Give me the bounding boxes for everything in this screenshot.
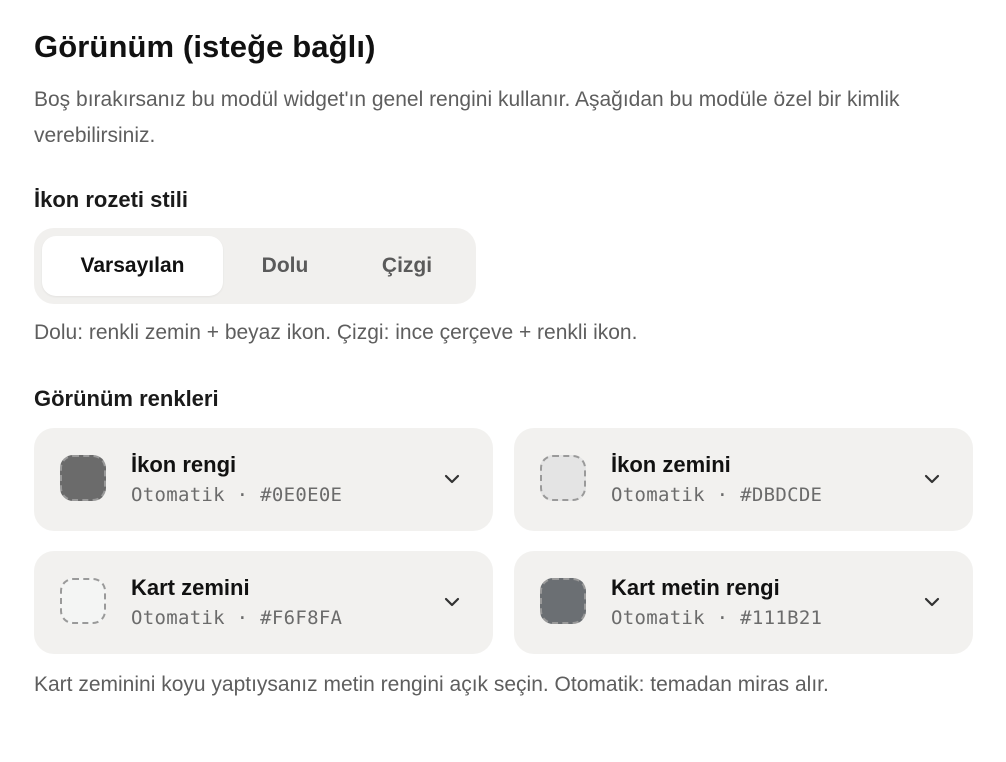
badge-style-label: İkon rozeti stili	[34, 187, 189, 212]
icon-background-title: İkon zemini	[611, 452, 731, 477]
icon-color-value: Otomatik · #0E0E0E	[131, 484, 343, 506]
chevron-down-icon	[444, 474, 460, 484]
icon-color-swatch	[60, 455, 106, 501]
card-text-color-title: Kart metin rengi	[611, 575, 780, 600]
color-picker-grid: İkon rengi Otomatik · #0E0E0E İkon zemin…	[34, 428, 974, 654]
chevron-down-icon	[924, 597, 940, 607]
section-description: Boş bırakırsanız bu modül widget'ın gene…	[34, 88, 900, 147]
chevron-down-icon	[924, 474, 940, 484]
section-title: Görünüm (isteğe bağlı)	[34, 29, 376, 64]
icon-background-swatch	[540, 455, 586, 501]
card-text-color-value: Otomatik · #111B21	[611, 607, 823, 629]
chevron-down-icon	[444, 597, 460, 607]
card-text-color-picker[interactable]: Kart metin rengi Otomatik · #111B21	[514, 551, 973, 654]
badge-style-option-outline[interactable]: Çizgi	[347, 236, 467, 296]
card-background-value: Otomatik · #F6F8FA	[131, 607, 343, 629]
colors-hint: Kart zeminini koyu yaptıysanız metin ren…	[34, 673, 829, 696]
badge-style-hint: Dolu: renkli zemin + beyaz ikon. Çizgi: …	[34, 321, 638, 344]
icon-background-picker[interactable]: İkon zemini Otomatik · #DBDCDE	[514, 428, 973, 531]
icon-color-title: İkon rengi	[131, 452, 237, 477]
card-background-swatch	[60, 578, 106, 624]
card-text-color-swatch	[540, 578, 586, 624]
card-background-title: Kart zemini	[131, 575, 250, 600]
badge-style-option-default[interactable]: Varsayılan	[42, 236, 223, 296]
card-background-picker[interactable]: Kart zemini Otomatik · #F6F8FA	[34, 551, 493, 654]
badge-style-option-filled[interactable]: Dolu	[223, 236, 347, 296]
icon-color-picker[interactable]: İkon rengi Otomatik · #0E0E0E	[34, 428, 493, 531]
icon-background-value: Otomatik · #DBDCDE	[611, 484, 823, 506]
badge-style-segmented-control: Varsayılan Dolu Çizgi	[34, 228, 476, 304]
appearance-colors-label: Görünüm renkleri	[34, 386, 219, 411]
appearance-section: Görünüm (isteğe bağlı) Boş bırakırsanız …	[34, 28, 974, 696]
